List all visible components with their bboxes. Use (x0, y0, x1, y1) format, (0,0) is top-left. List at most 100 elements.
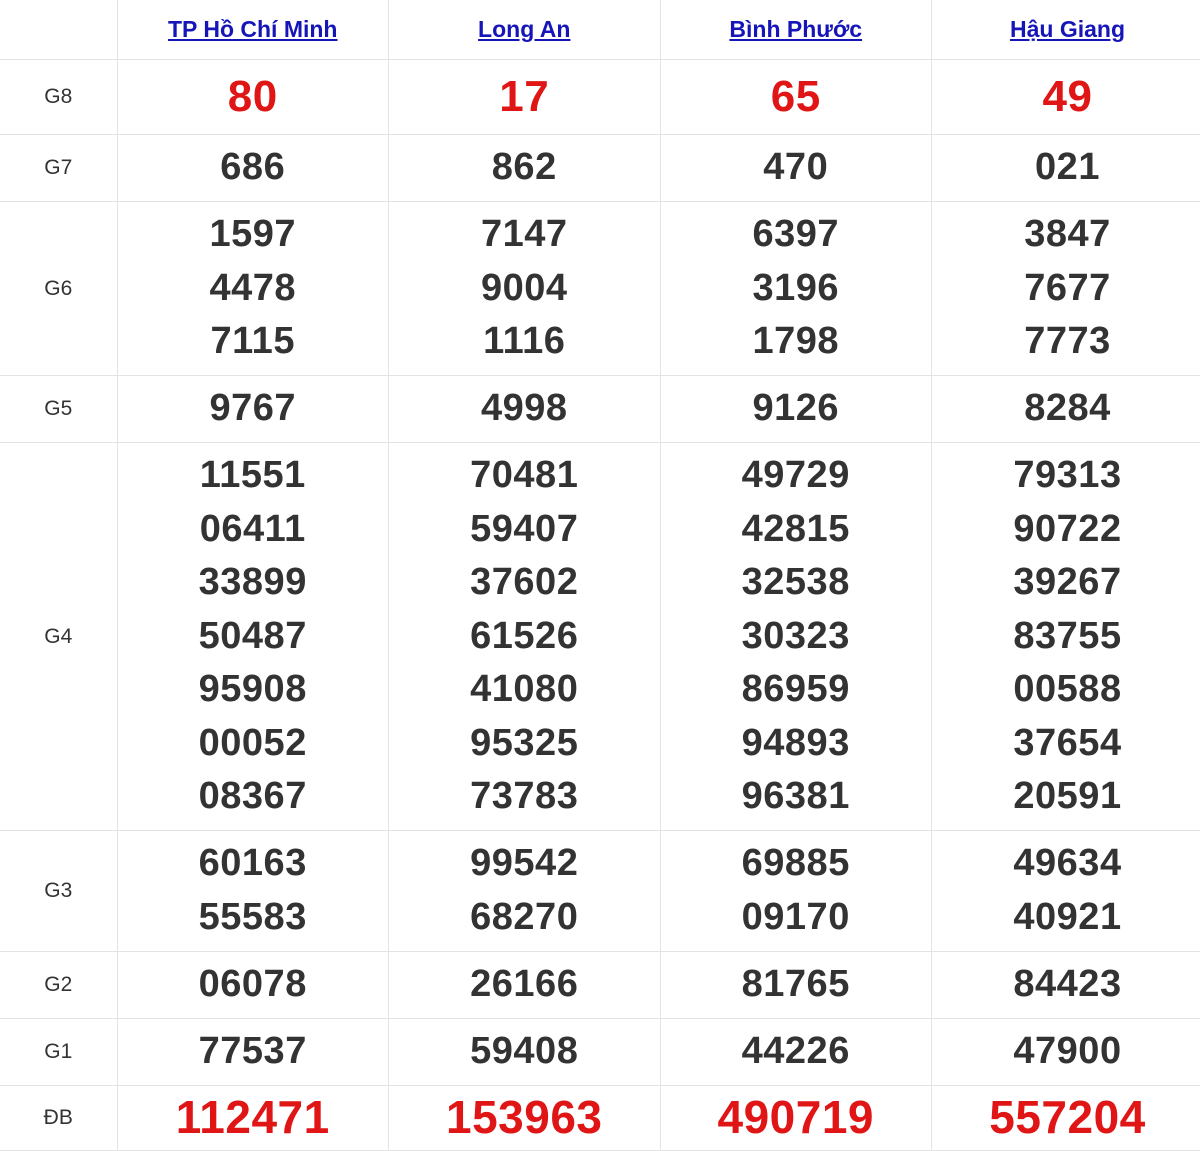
result-number: 59408 (389, 1025, 660, 1079)
province-link-binh-phuoc[interactable]: Bình Phước (729, 16, 862, 42)
prize-label: G8 (44, 85, 72, 108)
result-number: 94893 (661, 717, 932, 771)
result-number: 47900 (932, 1025, 1200, 1079)
prize-label: G3 (44, 879, 72, 902)
result-number: 77537 (118, 1025, 389, 1079)
prize-label: G1 (44, 1040, 72, 1063)
result-cell: 686 (117, 135, 389, 202)
prize-row-g6: G6 1597 4478 7115 7147 9004 1116 6397 31… (0, 202, 1200, 376)
prize-row-g4: G4 11551 06411 33899 50487 95908 00052 0… (0, 443, 1200, 831)
result-number: 9004 (389, 262, 660, 316)
result-cell: 49729 42815 32538 30323 86959 94893 9638… (660, 443, 932, 831)
result-number: 9767 (118, 382, 389, 436)
result-cell: 11551 06411 33899 50487 95908 00052 0836… (117, 443, 389, 831)
result-number: 470 (661, 141, 932, 195)
result-number: 7773 (932, 315, 1200, 369)
result-number: 08367 (118, 770, 389, 824)
result-number: 11551 (118, 449, 389, 503)
result-number: 65 (661, 70, 932, 124)
result-cell: 69885 09170 (660, 831, 932, 952)
result-cell: 9767 (117, 376, 389, 443)
result-cell: 26166 (389, 952, 661, 1019)
prize-label-cell: G7 (0, 135, 117, 202)
result-cell: 112471 (117, 1086, 389, 1151)
result-number: 3196 (661, 262, 932, 316)
result-number: 49729 (661, 449, 932, 503)
province-header-cell: Bình Phước (660, 0, 932, 60)
result-number: 00588 (932, 663, 1200, 717)
result-cell: 84423 (932, 952, 1200, 1019)
prize-label: G5 (44, 397, 72, 420)
result-cell: 9126 (660, 376, 932, 443)
result-number: 95325 (389, 717, 660, 771)
result-number: 83755 (932, 610, 1200, 664)
result-number: 06411 (118, 503, 389, 557)
prize-label-cell: G8 (0, 60, 117, 135)
result-number: 862 (389, 141, 660, 195)
result-number: 86959 (661, 663, 932, 717)
province-link-hau-giang[interactable]: Hậu Giang (1010, 16, 1125, 42)
prize-label: G2 (44, 973, 72, 996)
result-number: 37602 (389, 556, 660, 610)
result-cell: 80 (117, 60, 389, 135)
result-cell: 862 (389, 135, 661, 202)
result-cell: 8284 (932, 376, 1200, 443)
header-corner-cell (0, 0, 117, 60)
province-header-row: TP Hồ Chí Minh Long An Bình Phước Hậu Gi… (0, 0, 1200, 60)
province-header-cell: TP Hồ Chí Minh (117, 0, 389, 60)
result-number: 30323 (661, 610, 932, 664)
province-header-cell: Long An (389, 0, 661, 60)
result-number: 70481 (389, 449, 660, 503)
prize-label-cell: ĐB (0, 1086, 117, 1151)
result-number: 00052 (118, 717, 389, 771)
prize-row-g2: G2 06078 26166 81765 84423 (0, 952, 1200, 1019)
prize-label-cell: G4 (0, 443, 117, 831)
result-cell: 44226 (660, 1019, 932, 1086)
result-number: 32538 (661, 556, 932, 610)
result-cell: 17 (389, 60, 661, 135)
result-cell: 70481 59407 37602 61526 41080 95325 7378… (389, 443, 661, 831)
result-number: 80 (118, 70, 389, 124)
province-header-cell: Hậu Giang (932, 0, 1200, 60)
result-number: 44226 (661, 1025, 932, 1079)
result-cell: 49634 40921 (932, 831, 1200, 952)
result-cell: 65 (660, 60, 932, 135)
lottery-results-table: TP Hồ Chí Minh Long An Bình Phước Hậu Gi… (0, 0, 1200, 1151)
result-number: 40921 (932, 891, 1200, 945)
prize-label-cell: G2 (0, 952, 117, 1019)
prize-label-cell: G1 (0, 1019, 117, 1086)
result-number: 68270 (389, 891, 660, 945)
prize-row-g5: G5 9767 4998 9126 8284 (0, 376, 1200, 443)
result-number: 9126 (661, 382, 932, 436)
result-number: 1116 (389, 315, 660, 369)
result-number: 55583 (118, 891, 389, 945)
province-link-long-an[interactable]: Long An (478, 16, 570, 42)
result-number: 99542 (389, 837, 660, 891)
result-number: 50487 (118, 610, 389, 664)
result-cell: 7147 9004 1116 (389, 202, 661, 376)
result-number: 59407 (389, 503, 660, 557)
result-cell: 021 (932, 135, 1200, 202)
result-number: 7147 (389, 208, 660, 262)
prize-label: G6 (44, 277, 72, 300)
result-cell: 153963 (389, 1086, 661, 1151)
result-number: 3847 (932, 208, 1200, 262)
result-number: 4478 (118, 262, 389, 316)
result-cell: 1597 4478 7115 (117, 202, 389, 376)
result-number: 7115 (118, 315, 389, 369)
result-cell: 79313 90722 39267 83755 00588 37654 2059… (932, 443, 1200, 831)
result-number: 60163 (118, 837, 389, 891)
result-number: 39267 (932, 556, 1200, 610)
result-cell: 470 (660, 135, 932, 202)
result-number: 20591 (932, 770, 1200, 824)
prize-label: G4 (44, 625, 72, 648)
result-number: 06078 (118, 958, 389, 1012)
result-number: 1798 (661, 315, 932, 369)
result-number: 96381 (661, 770, 932, 824)
result-cell: 47900 (932, 1019, 1200, 1086)
result-cell: 99542 68270 (389, 831, 661, 952)
province-link-tp-ho-chi-minh[interactable]: TP Hồ Chí Minh (168, 16, 338, 42)
result-cell: 60163 55583 (117, 831, 389, 952)
result-cell: 3847 7677 7773 (932, 202, 1200, 376)
result-number: 90722 (932, 503, 1200, 557)
